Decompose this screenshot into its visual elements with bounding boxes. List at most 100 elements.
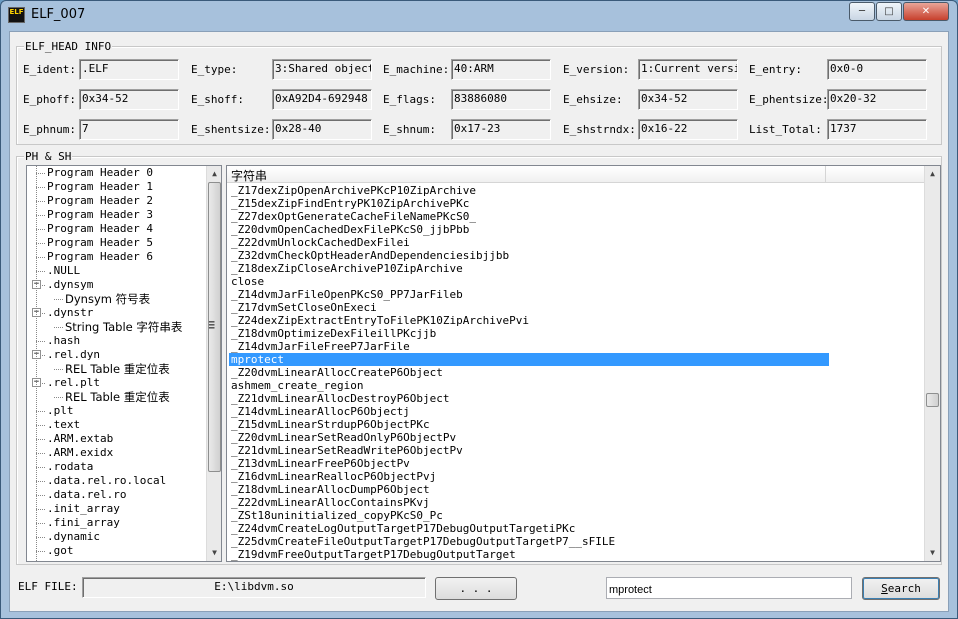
list-row[interactable]: _Z18dvmOptimizeDexFileillPKcjjb <box>229 327 829 340</box>
list-scroll-thumb[interactable] <box>926 393 939 407</box>
tree-item[interactable]: .data.rel.ro <box>47 488 126 502</box>
list-row[interactable]: mprotect <box>229 353 829 366</box>
list-header: 字符串 <box>227 166 925 183</box>
list-row[interactable]: _Z20dvmOpenCachedDexFilePKcS0_jjbPbb <box>229 223 829 236</box>
list-row[interactable]: _Z18dvmLinearAllocDumpP6Object <box>229 483 829 496</box>
column-header-strings[interactable]: 字符串 <box>227 166 826 183</box>
list-row[interactable]: _Z32dvmCheckOptHeaderAndDependenciesibjj… <box>229 249 829 262</box>
tree-scroll-up-icon[interactable]: ▲ <box>207 166 221 182</box>
tree-connector <box>36 439 45 440</box>
tree-item[interactable]: REL Table 重定位表 <box>65 362 170 376</box>
list-row[interactable]: _Z16dvmLinearReallocP6ObjectPvj <box>229 470 829 483</box>
tree-connector <box>36 425 45 426</box>
tree-item[interactable]: .dynstr <box>47 306 93 320</box>
tree-item[interactable]: .fini_array <box>47 516 120 530</box>
column-header-blank[interactable] <box>826 166 925 183</box>
field-value: 7 <box>79 119 179 140</box>
field-label: List_Total: <box>749 123 822 136</box>
tree-item[interactable]: .rodata <box>47 460 93 474</box>
list-row[interactable]: _Z27dexOptGenerateCacheFileNamePKcS0_ <box>229 210 829 223</box>
list-row[interactable]: close <box>229 275 829 288</box>
tree-item[interactable]: .text <box>47 418 80 432</box>
elf-head-group-title: ELF_HEAD INFO <box>24 40 113 53</box>
list-row[interactable]: _Z13dvmLinearFreeP6ObjectPv <box>229 457 829 470</box>
list-scroll-up-icon[interactable]: ▲ <box>925 166 940 182</box>
list-row[interactable]: ashmem_create_region <box>229 379 829 392</box>
list-row[interactable]: _Z21dvmLinearAllocDestroyP6Object <box>229 392 829 405</box>
close-button[interactable]: ✕ <box>903 2 949 21</box>
field-label: E_phentsize: <box>749 93 829 106</box>
field-value: 0xA92D4-692948 <box>272 89 372 110</box>
title-bar[interactable]: ELF ELF_007 ─ □ ✕ <box>1 1 957 29</box>
tree-item[interactable]: Program Header 2 <box>47 194 153 208</box>
ph-sh-group-title: PH & SH <box>24 150 73 163</box>
list-row[interactable]: _Z25dvmCreateFileOutputTargetP17DebugOut… <box>229 535 829 548</box>
tree-item[interactable]: .dynamic <box>47 530 100 544</box>
list-row[interactable]: _Z20dvmLinearSetReadOnlyP6ObjectPv <box>229 431 829 444</box>
field-label: E_entry: <box>749 63 802 76</box>
tree-item[interactable]: Program Header 0 <box>47 166 153 180</box>
list-row[interactable]: _Z14dvmLinearAllocP6Objectj <box>229 405 829 418</box>
tree-scroll-down-icon[interactable]: ▼ <box>207 545 221 561</box>
tree-item[interactable]: .dynsym <box>47 278 93 292</box>
field-value: 40:ARM <box>451 59 551 80</box>
tree-item-label: .plt <box>47 404 74 417</box>
list-row[interactable]: _Z22dvmUnlockCachedDexFilei <box>229 236 829 249</box>
list-row[interactable]: _Z22dvmLinearAllocContainsPKvj <box>229 496 829 509</box>
list-row[interactable]: _Z14dvmJarFileOpenPKcS0_PP7JarFileb <box>229 288 829 301</box>
tree-item[interactable]: .ARM.exidx <box>47 446 113 460</box>
list-row[interactable]: _Z15dexZipFindEntryPK10ZipArchivePKc <box>229 197 829 210</box>
field-label: E_shstrndx: <box>563 123 636 136</box>
tree-connector <box>36 523 45 524</box>
tree-item[interactable]: String Table 字符串表 <box>65 320 182 334</box>
maximize-button[interactable]: □ <box>876 2 902 21</box>
field-label: E_shoff: <box>191 93 244 106</box>
list-row[interactable]: _Z14dvmJarFileFreeP7JarFile <box>229 340 829 353</box>
splitter-grip-icon[interactable]: ━ ━ ━ <box>209 319 214 334</box>
field-label: E_ehsize: <box>563 93 623 106</box>
tree-item[interactable]: .rel.plt <box>47 376 100 390</box>
tree-item[interactable]: .hash <box>47 334 80 348</box>
list-row[interactable]: _Z20dvmLinearAllocCreateP6Object <box>229 366 829 379</box>
tree-item[interactable]: Program Header 4 <box>47 222 153 236</box>
tree-item[interactable]: Program Header 1 <box>47 180 153 194</box>
tree-connector <box>36 229 45 230</box>
list-scroll-down-icon[interactable]: ▼ <box>925 545 940 561</box>
tree-item[interactable]: Dynsym 符号表 <box>65 292 150 306</box>
tree-item[interactable]: .NULL <box>47 264 80 278</box>
list-row[interactable]: _Z19dvmFreeOutputTargetP17DebugOutputTar… <box>229 548 829 561</box>
browse-button[interactable]: . . . <box>435 577 517 600</box>
tree-connector <box>36 257 45 258</box>
list-row[interactable]: _Z21dvmLinearSetReadWriteP6ObjectPv <box>229 444 829 457</box>
list-row[interactable]: _Z17dvmSetCloseOnExeci <box>229 301 829 314</box>
string-list[interactable]: 字符串 _Z17dexZipOpenArchivePKcP10ZipArchiv… <box>226 165 941 562</box>
list-row[interactable]: _ZSt18uninitialized_copyPKcS0_Pc <box>229 509 829 522</box>
tree-item[interactable]: .got <box>47 544 74 558</box>
tree-item[interactable]: Program Header 6 <box>47 250 153 264</box>
tree-item[interactable]: Program Header 5 <box>47 236 153 250</box>
tree-item[interactable]: .ARM.extab <box>47 432 113 446</box>
tree-item[interactable]: .data.rel.ro.local <box>47 474 166 488</box>
elf-head-group: ELF_HEAD INFO E_ident: .ELF E_type: 3:Share… <box>16 40 942 145</box>
field-value: 0x20-32 <box>827 89 927 110</box>
list-row[interactable]: _Z24dexZipExtractEntryToFilePK10ZipArchi… <box>229 314 829 327</box>
list-scrollbar[interactable]: ▲ ▼ <box>924 166 940 561</box>
tree-item-label: Program Header 4 <box>47 222 153 235</box>
tree-item-label: Program Header 6 <box>47 250 153 263</box>
list-row[interactable]: _Z17dexZipOpenArchivePKcP10ZipArchive <box>229 184 829 197</box>
list-row[interactable]: _Z24dvmCreateLogOutputTargetP17DebugOutp… <box>229 522 829 535</box>
tree-item[interactable]: REL Table 重定位表 <box>65 390 170 404</box>
search-button[interactable]: Search <box>862 577 940 600</box>
tree-scrollbar[interactable]: ▲ ▼ <box>206 166 221 561</box>
section-tree[interactable]: Program Header 0 Program Header 1 Program … <box>26 165 222 562</box>
tree-item[interactable]: .plt <box>47 404 74 418</box>
search-input[interactable] <box>606 577 852 599</box>
list-row[interactable]: _Z15dvmLinearStrdupP6ObjectPKc <box>229 418 829 431</box>
tree-item[interactable]: Program Header 3 <box>47 208 153 222</box>
tree-item-label: .dynamic <box>47 530 100 543</box>
tree-item[interactable]: .rel.dyn <box>47 348 100 362</box>
minimize-button[interactable]: ─ <box>849 2 875 21</box>
list-row[interactable]: _Z18dexZipCloseArchiveP10ZipArchive <box>229 262 829 275</box>
tree-item[interactable]: .init_array <box>47 502 120 516</box>
field-label: E_version: <box>563 63 630 76</box>
